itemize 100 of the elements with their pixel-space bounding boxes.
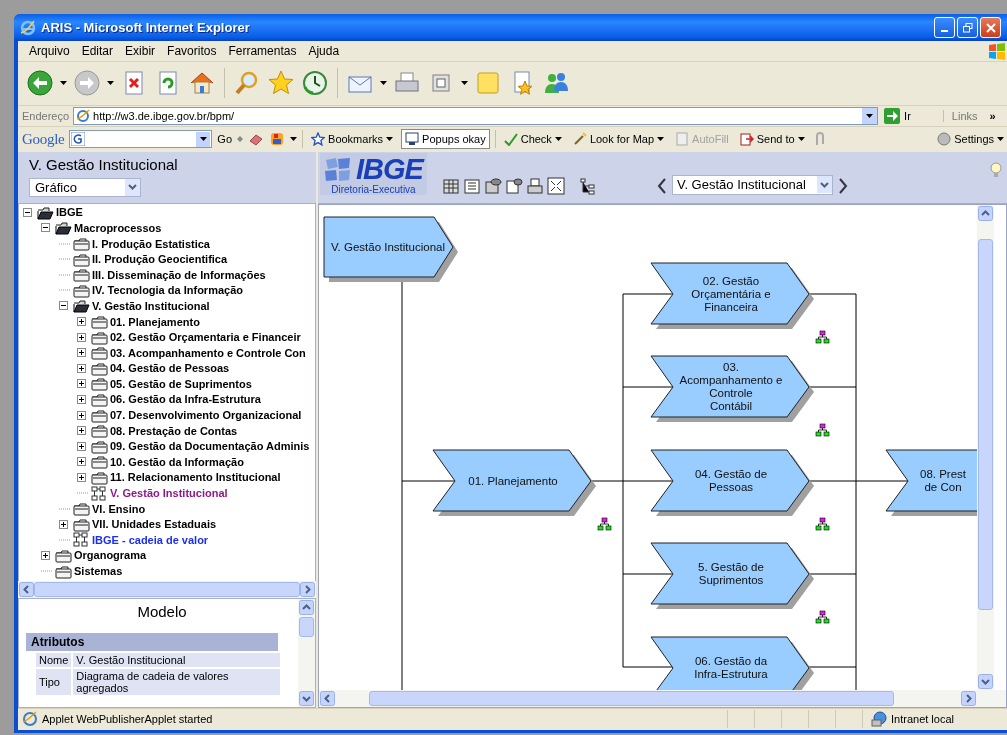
scroll-down-icon[interactable] bbox=[978, 673, 993, 689]
printer-icon[interactable] bbox=[525, 176, 544, 195]
send-to-button[interactable]: Send to bbox=[736, 130, 808, 149]
settings-button[interactable]: Settings bbox=[934, 130, 1007, 149]
vertical-scrollbar[interactable] bbox=[298, 598, 315, 707]
back-icon[interactable] bbox=[26, 69, 54, 98]
tree-item[interactable]: 11. Relacionamento Institucional bbox=[110, 471, 281, 484]
scroll-thumb[interactable] bbox=[369, 690, 894, 706]
close-button[interactable] bbox=[980, 17, 1001, 39]
scroll-right-icon[interactable] bbox=[300, 581, 315, 597]
scroll-left-icon[interactable] bbox=[320, 690, 335, 706]
model-link[interactable]: IBGE - cadeia de valor bbox=[92, 533, 209, 546]
vertical-scrollbar[interactable] bbox=[977, 204, 994, 690]
scroll-up-icon[interactable] bbox=[978, 205, 993, 221]
expand-icon[interactable] bbox=[77, 332, 86, 342]
tree-item[interactable]: 02. Gestão Orçamentaria e Financeir bbox=[110, 331, 301, 344]
go-button[interactable]: Go bbox=[217, 133, 233, 146]
scroll-thumb[interactable] bbox=[978, 238, 993, 610]
menu-item[interactable]: Favoritos bbox=[161, 44, 223, 59]
menu-item[interactable]: Editar bbox=[75, 44, 120, 59]
fit-page-icon[interactable] bbox=[546, 176, 565, 195]
expand-icon[interactable] bbox=[77, 379, 86, 389]
tree-item[interactable]: 09. Gestão da Documentação Adminis bbox=[110, 440, 310, 453]
document-icon[interactable] bbox=[504, 176, 523, 195]
tree-item[interactable]: 10. Gestão da Informação bbox=[110, 455, 244, 468]
tree-item[interactable]: 04. Gestão de Pessoas bbox=[110, 362, 230, 375]
tree-item[interactable]: IBGE bbox=[56, 206, 83, 219]
list-icon[interactable] bbox=[462, 176, 481, 195]
expand-icon[interactable] bbox=[77, 348, 86, 358]
caret-icon[interactable] bbox=[107, 81, 114, 86]
expand-icon[interactable] bbox=[77, 441, 86, 451]
collapse-icon[interactable] bbox=[59, 301, 68, 311]
menu-item[interactable]: Ajuda bbox=[302, 44, 346, 59]
restore-button[interactable] bbox=[957, 17, 978, 39]
hierarchy-icon[interactable] bbox=[815, 330, 830, 343]
caret-icon[interactable] bbox=[290, 137, 298, 142]
tree-item[interactable]: 01. Planejamento bbox=[110, 315, 200, 328]
scroll-left-icon[interactable] bbox=[19, 581, 34, 597]
tree-item[interactable]: VI. Ensino bbox=[92, 502, 146, 515]
tree-icon[interactable] bbox=[578, 176, 597, 195]
expand-icon[interactable] bbox=[77, 394, 86, 404]
scroll-up-icon[interactable] bbox=[299, 599, 314, 615]
tree-item[interactable]: II. Produção Geocientifica bbox=[92, 253, 228, 266]
tree-item[interactable]: IV. Tecnologia da Informação bbox=[92, 284, 243, 297]
hierarchy-icon[interactable] bbox=[597, 517, 612, 530]
expand-icon[interactable] bbox=[77, 317, 86, 326]
caret-icon[interactable] bbox=[199, 137, 207, 142]
model-link[interactable]: V. Gestão Institucional bbox=[110, 487, 228, 500]
tree-item[interactable]: Macroprocessos bbox=[74, 221, 162, 234]
expand-icon[interactable] bbox=[77, 472, 86, 482]
check-button[interactable]: Check bbox=[500, 130, 565, 149]
tree-item[interactable]: 03. Acompanhamento e Controle Con bbox=[110, 346, 306, 359]
caret-icon[interactable] bbox=[380, 81, 387, 86]
scroll-thumb[interactable] bbox=[34, 581, 300, 597]
collapse-icon[interactable] bbox=[41, 223, 50, 233]
tree-item[interactable]: III. Disseminação de Informações bbox=[92, 268, 266, 281]
tree-item[interactable]: Sistemas bbox=[74, 565, 123, 577]
menu-item[interactable]: Ferramentas bbox=[222, 44, 303, 59]
scroll-down-icon[interactable] bbox=[299, 690, 314, 706]
tree-item[interactable]: 05. Gestão de Suprimentos bbox=[110, 377, 252, 390]
horizontal-scrollbar[interactable] bbox=[319, 689, 977, 707]
caret-icon[interactable] bbox=[60, 81, 67, 86]
minimize-button[interactable] bbox=[934, 17, 955, 39]
highlighter-icon[interactable] bbox=[269, 131, 286, 148]
tree-item[interactable]: V. Gestão Institucional bbox=[92, 299, 210, 312]
menu-item[interactable]: Arquivo bbox=[23, 44, 76, 59]
map-button[interactable]: Look for Map bbox=[569, 130, 668, 149]
popups-button[interactable]: Popups okay bbox=[401, 129, 490, 150]
history-icon[interactable] bbox=[301, 69, 329, 98]
expand-icon[interactable] bbox=[77, 457, 86, 467]
grid-icon[interactable] bbox=[441, 176, 460, 195]
table-icon[interactable] bbox=[483, 176, 502, 195]
bookmarks-button[interactable]: Bookmarks bbox=[308, 130, 397, 149]
model-select[interactable]: V. Gestão Institucional bbox=[671, 174, 833, 195]
search-field[interactable] bbox=[69, 130, 213, 149]
expand-icon[interactable] bbox=[77, 363, 86, 373]
caret-icon[interactable] bbox=[866, 113, 874, 118]
tree-item[interactable]: I. Produção Estatistica bbox=[92, 237, 210, 250]
links-button[interactable]: Links bbox=[942, 109, 978, 122]
menu-item[interactable]: Exibir bbox=[119, 44, 162, 59]
caret-icon[interactable] bbox=[461, 81, 468, 86]
hierarchy-icon[interactable] bbox=[815, 610, 830, 623]
expand-icon[interactable] bbox=[77, 410, 86, 420]
go-button[interactable]: Ir bbox=[884, 107, 911, 124]
collapse-icon[interactable] bbox=[23, 207, 32, 217]
eraser-icon[interactable] bbox=[248, 132, 265, 147]
tree-item[interactable]: Organograma bbox=[74, 549, 147, 562]
tree-item[interactable]: VII. Unidades Estaduais bbox=[92, 518, 217, 531]
hierarchy-icon[interactable] bbox=[815, 423, 830, 436]
expand-icon[interactable] bbox=[41, 550, 50, 560]
tree-item[interactable]: 07. Desenvolvimento Organizacional bbox=[110, 409, 302, 422]
address-field[interactable]: http://w3.de.ibge.gov.br/bpm/ bbox=[73, 106, 879, 125]
expand-icon[interactable] bbox=[77, 426, 86, 436]
scroll-thumb[interactable] bbox=[299, 616, 314, 637]
tree-item[interactable]: 08. Prestação de Contas bbox=[110, 424, 238, 437]
expand-icon[interactable] bbox=[59, 519, 68, 529]
more-links-button[interactable]: » bbox=[989, 109, 996, 122]
hierarchy-icon[interactable] bbox=[815, 517, 830, 530]
tree-item[interactable]: 06. Gestão da Infra-Estrutura bbox=[110, 393, 261, 406]
view-select[interactable]: Gráfico bbox=[29, 177, 141, 197]
